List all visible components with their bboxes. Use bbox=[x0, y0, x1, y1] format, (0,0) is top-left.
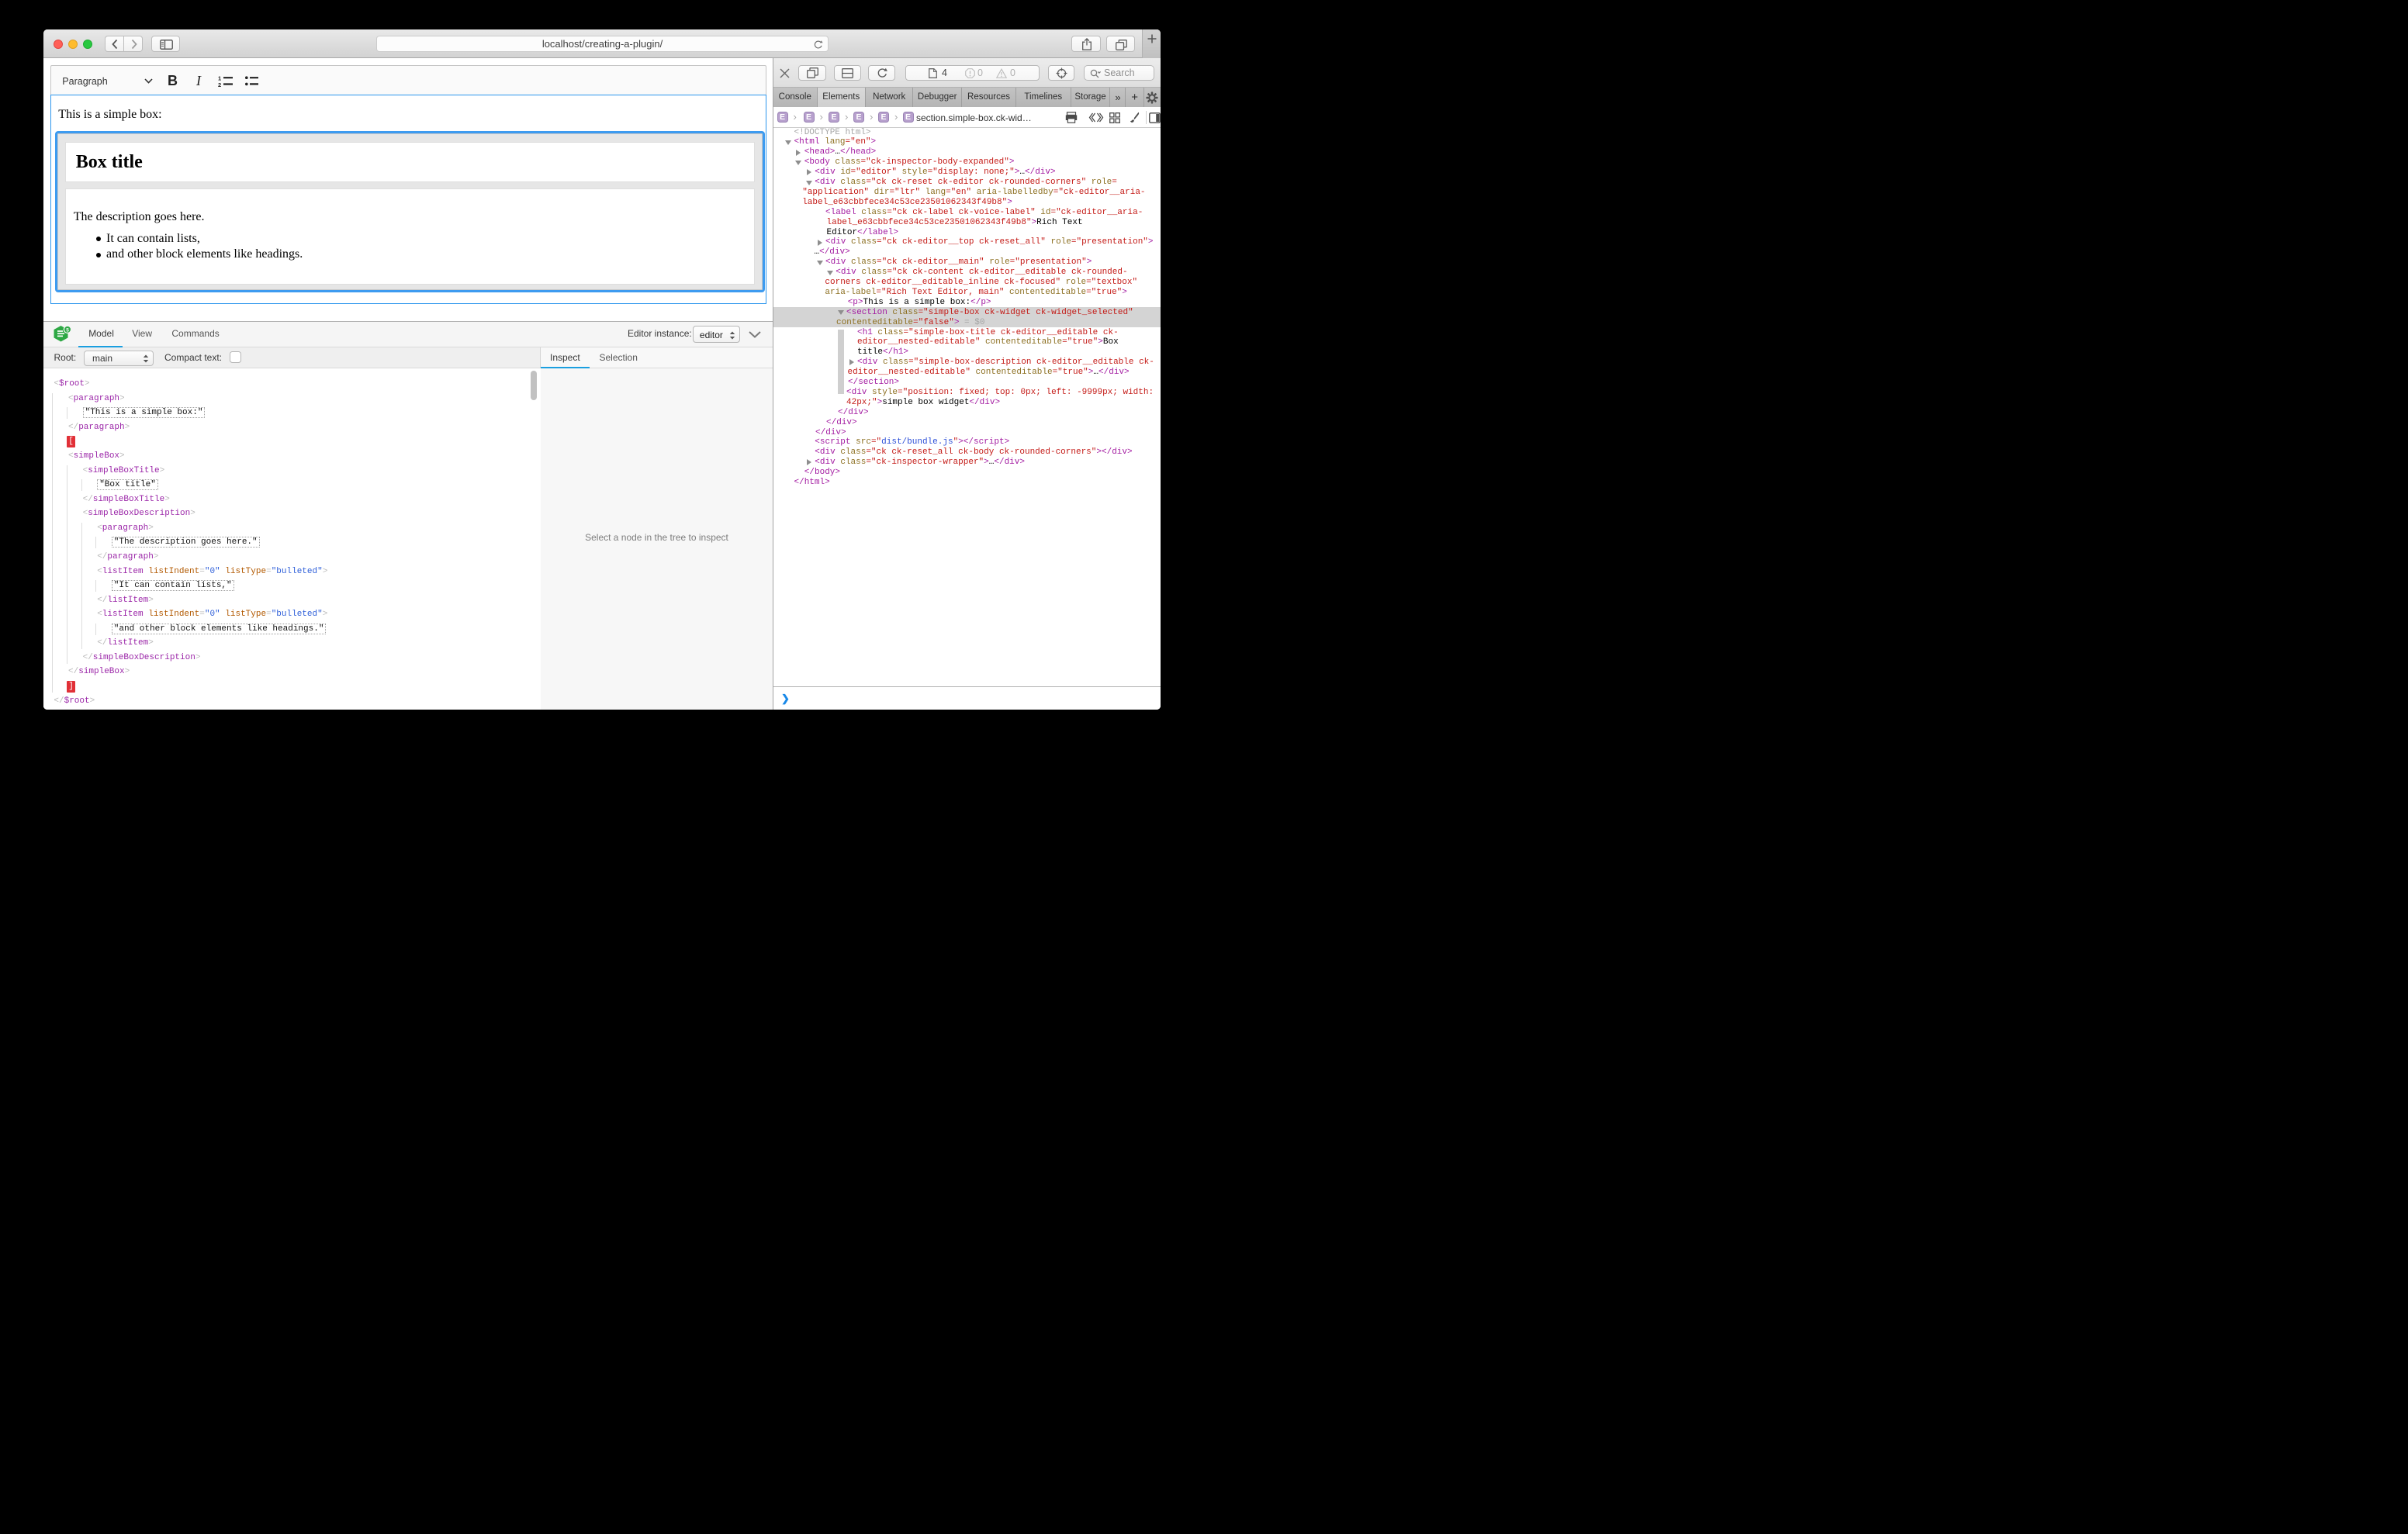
svg-text:5: 5 bbox=[67, 328, 70, 333]
svg-text:2: 2 bbox=[218, 81, 221, 87]
